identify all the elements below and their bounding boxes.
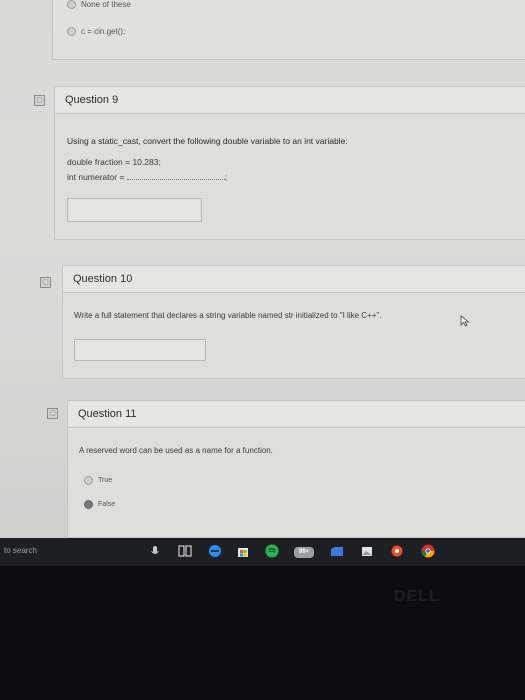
notification-badge: 99+ (299, 549, 310, 555)
answer-option-false[interactable]: False (84, 500, 115, 509)
option-label: True (98, 477, 113, 484)
radio-button[interactable] (67, 0, 76, 9)
game-app-icon[interactable]: 99+ (293, 544, 315, 560)
file-explorer-icon[interactable] (330, 544, 344, 558)
flag-question-icon[interactable]: ▢ (47, 408, 58, 419)
question-prompt: A reserved word can be used as a name fo… (79, 446, 273, 455)
dell-logo: DELL (394, 588, 440, 605)
question-title: Question 9 (65, 94, 119, 106)
radio-button[interactable] (67, 27, 76, 36)
microsoft-store-icon[interactable] (236, 544, 250, 558)
record-app-icon[interactable] (390, 544, 404, 558)
option-label: None of these (81, 0, 131, 9)
spotify-icon[interactable] (265, 544, 279, 558)
answer-input-q10[interactable] (74, 339, 206, 361)
microphone-icon[interactable] (148, 544, 162, 558)
code-line-suffix: ; (224, 172, 228, 182)
option-label: c = cin.get(); (81, 27, 126, 36)
code-line-1: double fraction = 10.283; (67, 157, 161, 167)
laptop-bezel (0, 566, 525, 700)
code-line-2: int numerator = ; (67, 171, 227, 182)
taskbar-search-input[interactable]: to search (4, 546, 37, 555)
question-9-header: Question 9 (54, 86, 525, 114)
photos-app-icon[interactable] (360, 544, 374, 558)
answer-option-cin-get[interactable]: c = cin.get(); (67, 27, 125, 36)
flag-question-icon[interactable]: ▢ (40, 277, 51, 288)
radio-button-selected[interactable] (84, 500, 93, 509)
question-prompt: Write a full statement that declares a s… (74, 311, 382, 320)
answer-option-true[interactable]: True (84, 476, 112, 485)
code-line-prefix: int numerator = (67, 172, 125, 182)
mouse-cursor-icon (460, 315, 470, 327)
blank-line (126, 171, 225, 180)
question-title: Question 11 (78, 408, 137, 420)
answer-option-none[interactable]: None of these (67, 0, 131, 9)
flag-question-icon[interactable]: ▢ (34, 95, 45, 106)
windows-taskbar: to search 99+ (0, 538, 525, 566)
browser-viewport: None of these c = cin.get(); ▢ Question … (0, 0, 525, 538)
option-label: False (98, 501, 116, 508)
radio-button[interactable] (84, 476, 93, 485)
chrome-browser-icon[interactable] (421, 544, 435, 558)
question-title: Question 10 (73, 273, 133, 285)
edge-browser-icon[interactable] (208, 544, 222, 558)
answer-input-q9[interactable] (67, 198, 202, 222)
question-11-body (67, 428, 525, 538)
question-10-header: Question 10 (62, 265, 525, 293)
question-11-header: Question 11 (67, 400, 525, 428)
task-view-icon[interactable] (178, 544, 192, 558)
question-10-body (62, 293, 525, 379)
question-prompt: Using a static_cast, convert the followi… (67, 136, 348, 146)
